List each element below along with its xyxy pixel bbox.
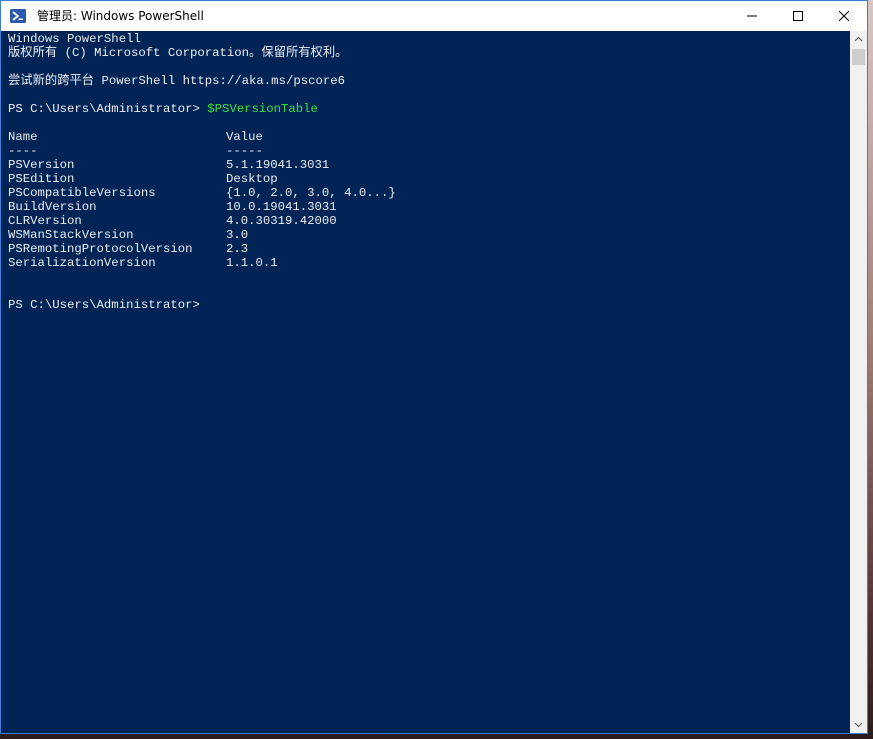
table-underline-value: ----- [226,144,263,158]
maximize-icon [793,11,803,21]
table-underline-name: ---- [8,144,38,158]
table-row: SerializationVersion 1.1.0.1 [8,256,278,270]
table-row: PSRemotingProtocolVersion 2.3 [8,242,248,256]
table-cell-name: PSCompatibleVersions [8,186,156,200]
table-cell-name: SerializationVersion [8,256,156,270]
table-cell-name: PSEdition [8,172,75,186]
console-output[interactable]: Windows PowerShell 版权所有 (C) Microsoft Co… [1,31,850,733]
prompt-text: PS C:\Users\Administrator> [8,102,208,116]
table-cell-value: 2.3 [226,242,249,256]
close-button[interactable] [821,1,867,31]
powershell-window: 管理员: Windows PowerShell Windows PowerShe… [0,0,868,734]
table-row: PSCompatibleVersions {1.0, 2.0, 3.0, 4.0.… [8,186,396,200]
scroll-thumb[interactable] [852,49,865,65]
table-row: PSVersion 5.1.19041.3031 [8,158,329,172]
table-header-name: Name [8,130,38,144]
table-cell-value: {1.0, 2.0, 3.0, 4.0...} [226,186,396,200]
close-icon [839,11,849,21]
table-header-row: Name Value [8,130,263,144]
table-header-value: Value [226,130,263,144]
vertical-scrollbar[interactable] [850,31,867,733]
command-text: $PSVersionTable [207,102,318,116]
maximize-button[interactable] [775,1,821,31]
table-cell-value: 1.1.0.1 [226,256,278,270]
powershell-icon [10,8,26,24]
chevron-down-icon [854,722,863,728]
console-line-pscore-hint: 尝试新的跨平台 PowerShell https://aka.ms/pscore… [8,74,345,88]
table-underline-row: ---- ----- [8,144,263,158]
table-cell-name: PSVersion [8,158,75,172]
console-line-header: Windows PowerShell [8,32,141,46]
scroll-down-button[interactable] [850,716,867,733]
table-row: BuildVersion 10.0.19041.3031 [8,200,337,214]
chevron-up-icon [854,36,863,42]
console-prompt-line: PS C:\Users\Administrator> $PSVersionTab… [8,102,318,116]
title-bar[interactable]: 管理员: Windows PowerShell [1,1,867,31]
table-cell-value: 10.0.19041.3031 [226,200,337,214]
table-row: CLRVersion 4.0.30319.42000 [8,214,337,228]
window-title: 管理员: Windows PowerShell [37,9,204,23]
console-line-copyright: 版权所有 (C) Microsoft Corporation。保留所有权利。 [8,46,348,60]
scroll-up-button[interactable] [850,31,867,48]
table-cell-value: 4.0.30319.42000 [226,214,337,228]
minimize-icon [747,15,757,17]
table-cell-value: 5.1.19041.3031 [226,158,330,172]
table-cell-name: CLRVersion [8,214,82,228]
minimize-button[interactable] [729,1,775,31]
table-cell-name: PSRemotingProtocolVersion [8,242,193,256]
table-cell-value: 3.0 [226,228,249,242]
console-prompt-current[interactable]: PS C:\Users\Administrator> [8,298,200,312]
table-cell-value: Desktop [226,172,278,186]
table-cell-name: BuildVersion [8,200,97,214]
table-row: PSEdition Desktop [8,172,278,186]
table-cell-name: WSManStackVersion [8,228,134,242]
table-row: WSManStackVersion 3.0 [8,228,248,242]
